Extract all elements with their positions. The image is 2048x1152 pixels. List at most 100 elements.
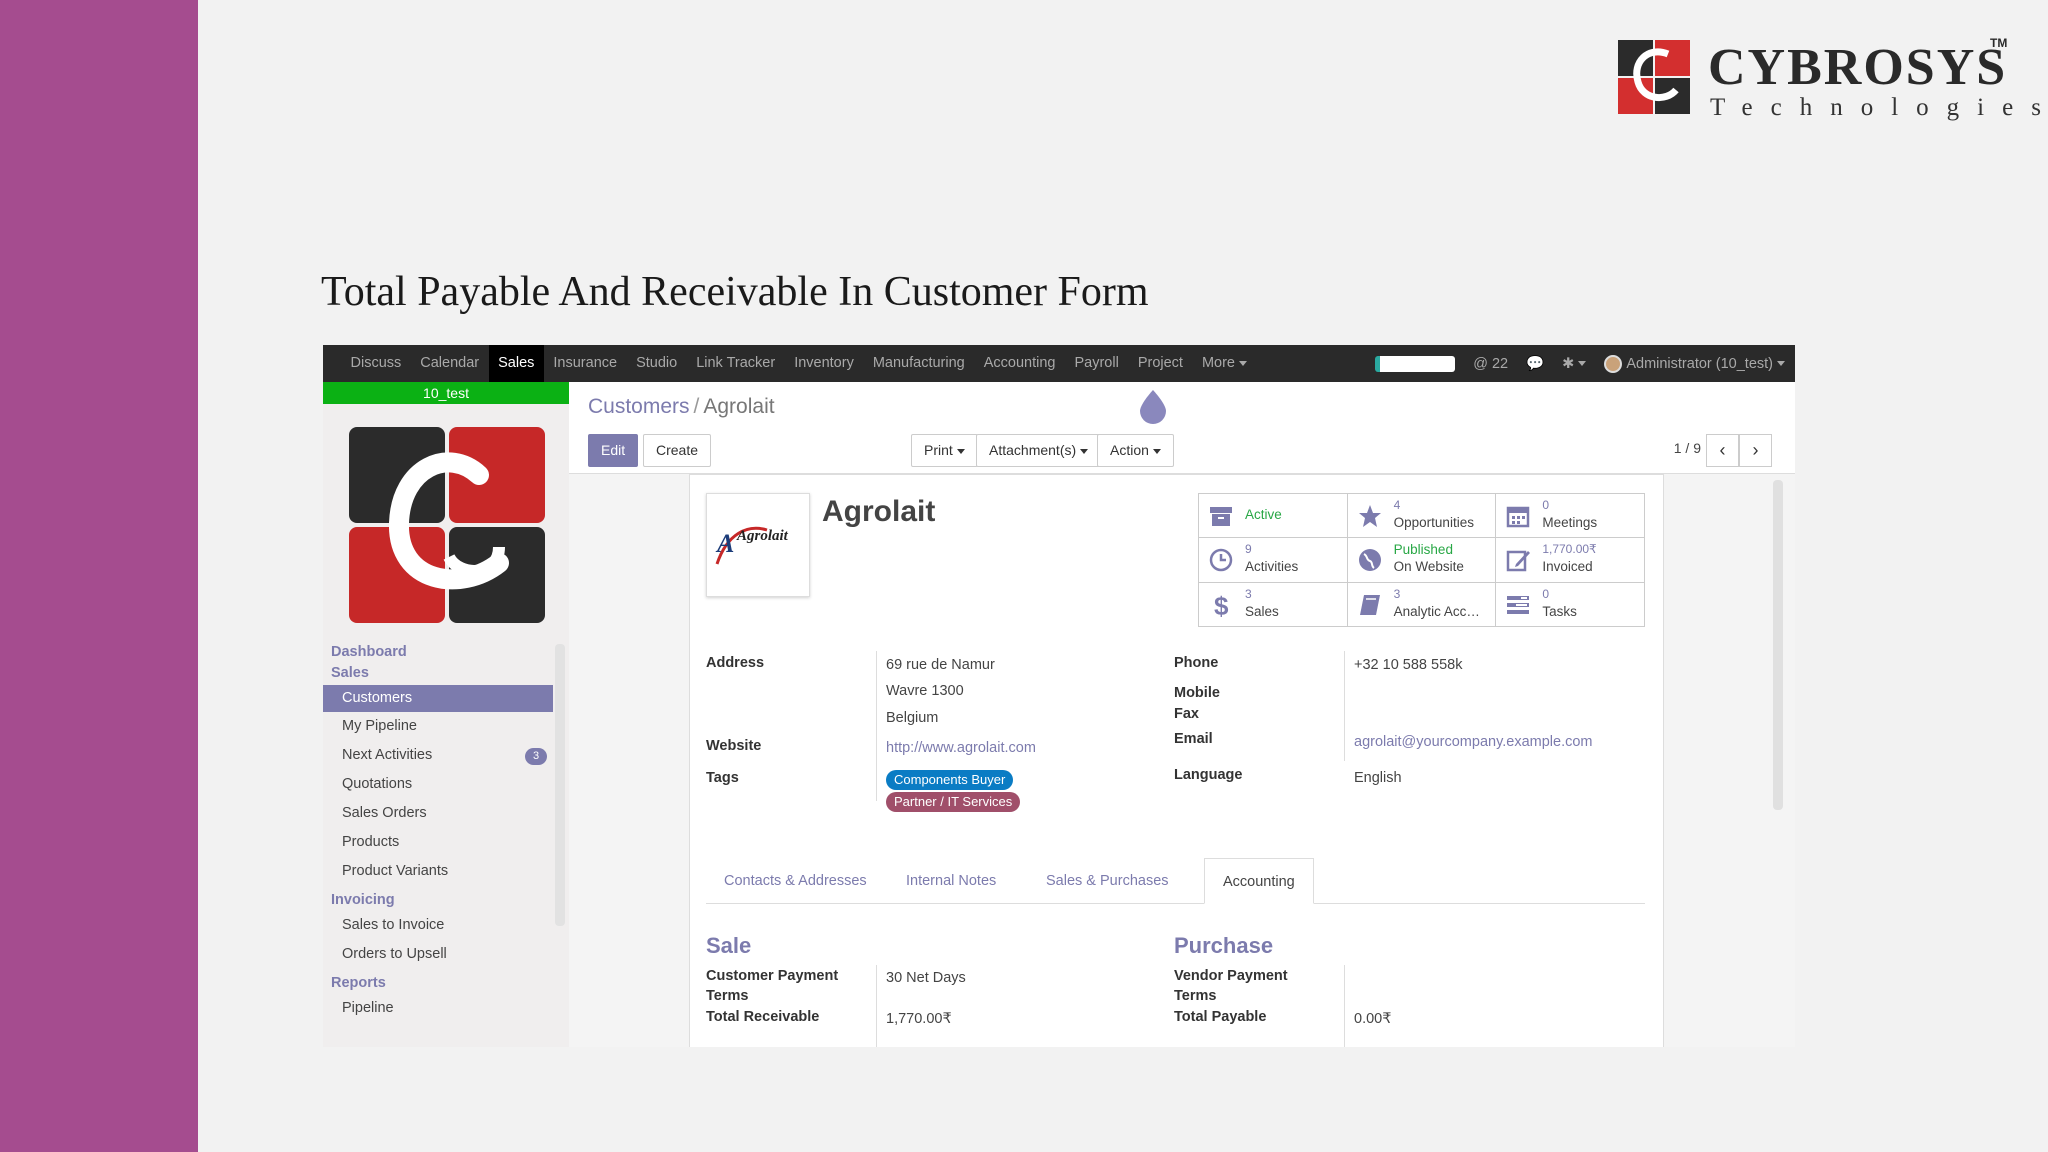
sidebar-item-label: Sales to Invoice [342,917,445,933]
caret-down-icon [1239,360,1247,366]
edit-button[interactable]: Edit [588,434,639,467]
sidebar-item-quotations[interactable]: Quotations [323,770,553,799]
tag-partner-it-services[interactable]: Partner / IT Services [886,792,1021,812]
smart-button-on-website[interactable]: Published On Website [1347,538,1497,583]
star-icon [1356,502,1384,530]
create-button[interactable]: Create [643,434,712,467]
reports-menu-list: Pipeline [323,994,553,1023]
menu-item-project[interactable]: Project [1128,345,1192,382]
menu-more-label: More [1201,355,1235,371]
smart-button-invoiced[interactable]: 1,770.00₹ Invoiced [1496,538,1645,583]
smart-button-activities[interactable]: 9 Activities [1199,538,1348,583]
print-dropdown[interactable]: Print [911,434,978,467]
sidebar-item-orders-to-upsell[interactable]: Orders to Upsell [323,940,553,969]
menu-item-inventory[interactable]: Inventory [785,345,864,382]
sidebar-item-sales-orders[interactable]: Sales Orders [323,799,553,828]
chat-icon[interactable]: 💬 [1526,355,1544,372]
breadcrumb-current: Agrolait [703,395,775,418]
purple-side-band [0,0,198,1152]
vendor-payment-terms-label-line1: Vendor Payment [1174,968,1288,984]
smart-button-analytic-acc-[interactable]: 3 Analytic Acc… [1347,582,1497,627]
sidebar-section-reports[interactable]: Reports [323,973,553,994]
sidebar-item-my-pipeline[interactable]: My Pipeline [323,712,553,741]
smart-button-label: Active [1245,507,1282,522]
sidebar-item-label: Quotations [342,776,413,792]
sidebar-item-sales-to-invoice[interactable]: Sales to Invoice [323,911,553,940]
field-divider [876,965,877,1047]
sidebar-nav: Dashboard Sales Customers My Pipeline Next… [323,642,553,1023]
tab-contacts-addresses[interactable]: Contacts & Addresses [706,858,885,904]
sidebar-item-customers[interactable]: Customers [323,685,553,712]
tab-sales-purchases[interactable]: Sales & Purchases [1028,858,1187,904]
search-pill[interactable] [1375,355,1456,372]
sidebar-scrollbar[interactable] [555,644,565,926]
content-scrollbar[interactable] [1773,480,1783,810]
phone-value: +32 10 588 558k [1354,657,1463,673]
sidebar-item-label: Sales Orders [342,805,427,821]
smart-button-value: 4 [1393,498,1401,512]
customer-payment-terms-label-line1: Customer Payment [706,968,839,984]
archive-icon [1207,502,1235,530]
customer-payment-terms-label-line2: Terms [706,988,749,1004]
address-line-1: 69 rue de Namur [886,657,995,673]
menu-item-more[interactable]: More [1192,345,1256,382]
brand-trademark: TM [1990,36,2008,50]
sidebar-item-products[interactable]: Products [323,828,553,857]
field-divider [1344,965,1345,1047]
menu-item-sales[interactable]: Sales [488,345,544,382]
user-menu[interactable]: Administrator (10_test) [1604,354,1785,373]
menu-item-accounting[interactable]: Accounting [974,345,1065,382]
menu-item-manufacturing[interactable]: Manufacturing [863,345,974,382]
attachments-dropdown[interactable]: Attachment(s) [976,434,1102,467]
pager-previous-icon[interactable]: ‹ [1706,434,1739,467]
sidebar-item-next-activities[interactable]: Next Activities 3 [323,741,553,770]
email-label: Email [1174,731,1213,747]
sidebar-item-label: Orders to Upsell [342,946,447,962]
smart-button-active[interactable]: Active [1199,494,1348,539]
smart-button-tasks[interactable]: 0 Tasks [1496,582,1645,627]
sidebar-item-label: Product Variants [342,863,449,879]
mentions-indicator[interactable]: @ 22 [1473,356,1508,372]
smart-button-value: Published [1393,542,1453,558]
smart-button-label: Meetings [1542,515,1598,530]
language-label: Language [1174,767,1243,783]
smart-button-label: Opportunities [1393,515,1474,530]
email-link[interactable]: agrolait@yourcompany.example.com [1354,734,1593,750]
sidebar-section-dashboard[interactable]: Dashboard [323,642,553,663]
sales-menu-list: Customers My Pipeline Next Activities 3 Quot… [323,685,553,886]
debug-bug-icon[interactable]: ✱ [1562,356,1587,372]
total-payable-value: 0.00₹ [1354,1011,1392,1027]
customer-logo[interactable]: A Agrolait [706,493,810,597]
smart-button-value: 9 [1245,542,1252,557]
smart-button-opportunities[interactable]: 4 Opportunities [1347,494,1497,539]
sidebar-item-product-variants[interactable]: Product Variants [323,857,553,886]
app-menu: Discuss Calendar Sales Insurance Studio Link … [341,345,1257,382]
clock-icon [1207,546,1235,574]
menu-item-studio[interactable]: Studio [627,345,687,382]
tasks-icon [1504,591,1532,619]
tab-accounting[interactable]: Accounting [1204,858,1314,904]
menu-item-link-tracker[interactable]: Link Tracker [687,345,785,382]
menu-item-discuss[interactable]: Discuss [341,345,411,382]
website-link[interactable]: http://www.agrolait.com [886,740,1036,756]
smart-button-meetings[interactable]: 0 Meetings [1496,494,1645,539]
sidebar-section-sales[interactable]: Sales [323,663,553,684]
sidebar: 10_test Dashboard Sales Customers My Pipe… [323,382,569,1047]
smart-button-label: Invoiced [1542,559,1593,575]
tab-internal-notes[interactable]: Internal Notes [888,858,1014,904]
action-dropdown[interactable]: Action [1097,434,1174,467]
menu-item-insurance[interactable]: Insurance [544,345,627,382]
cybrosys-logo-mark-icon [1618,40,1690,114]
form-content-area: A Agrolait Agrolait Active 4 Opportunities… [569,474,1795,1047]
smart-button-value: 0 [1542,586,1550,601]
sidebar-item-pipeline[interactable]: Pipeline [323,994,553,1023]
smart-button-sales[interactable]: $3 Sales [1199,582,1348,627]
brand-tagline: Technologies [1710,94,2048,121]
pager-next-icon[interactable]: › [1739,434,1772,467]
breadcrumb-customers[interactable]: Customers [588,395,690,418]
sidebar-section-invoicing[interactable]: Invoicing [323,890,553,911]
pager-value[interactable]: 1 / 9 [1674,440,1701,456]
menu-item-payroll[interactable]: Payroll [1065,345,1128,382]
tag-components-buyer[interactable]: Components Buyer [886,770,1014,790]
menu-item-calendar[interactable]: Calendar [411,345,489,382]
